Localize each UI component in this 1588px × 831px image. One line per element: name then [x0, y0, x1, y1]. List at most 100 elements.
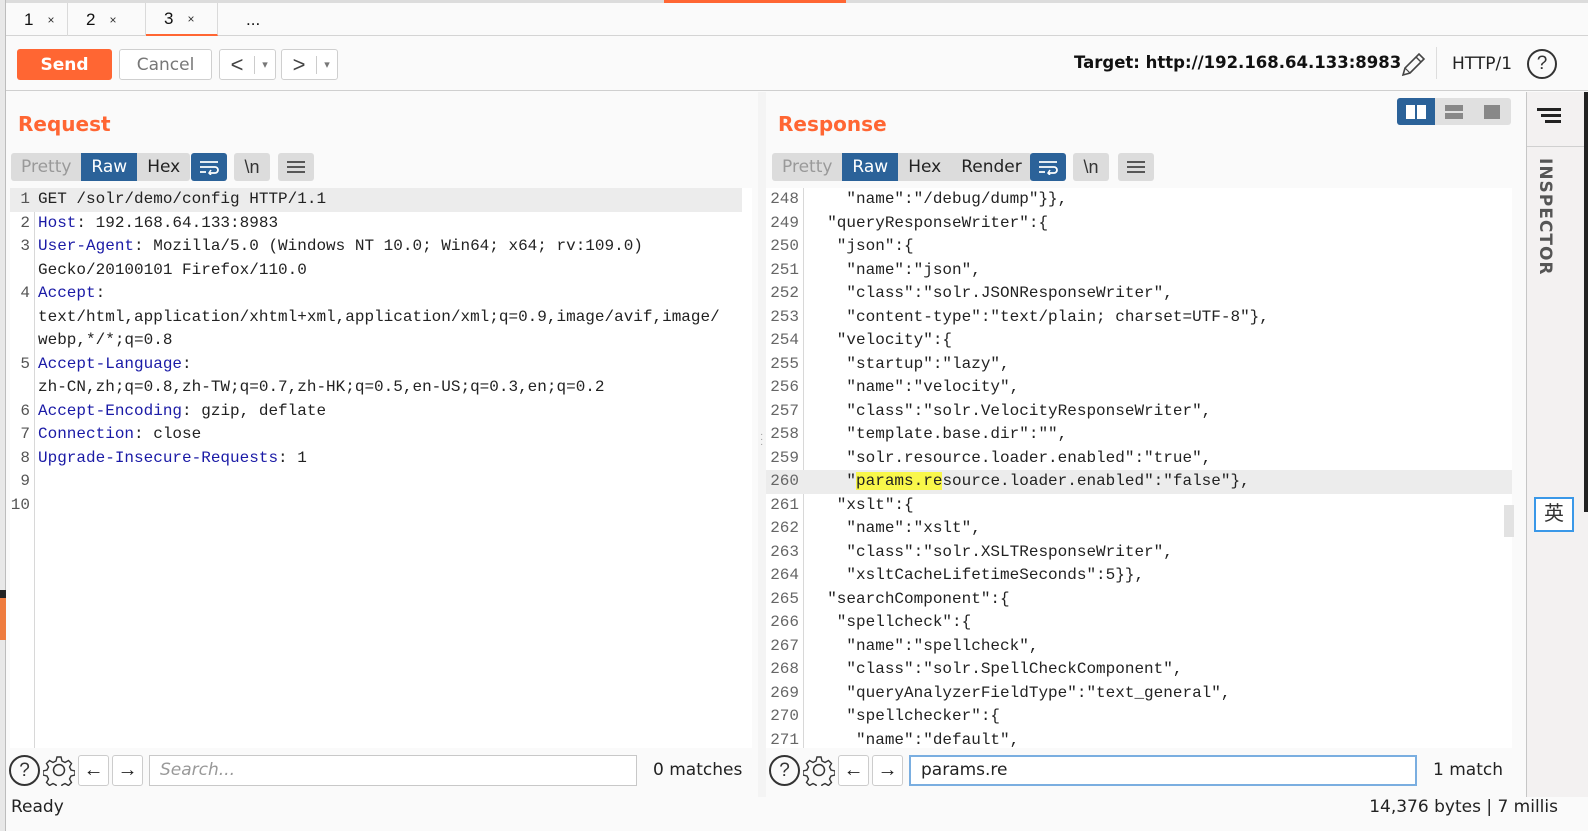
tab-raw[interactable]: Raw — [842, 153, 899, 181]
help-icon[interactable]: ? — [9, 754, 40, 786]
word-wrap-toggle[interactable] — [191, 153, 227, 181]
response-line: 268 "class":"solr.SpellCheckComponent", — [766, 658, 1512, 682]
settings-gear-icon[interactable] — [43, 754, 75, 786]
chevron-down-icon[interactable]: ▾ — [255, 58, 275, 71]
line-text: "xslt":{ — [808, 495, 914, 514]
response-line: 258 "template.base.dir":"", — [766, 423, 1512, 447]
line-content: "spellchecker":{ — [808, 705, 1000, 729]
word-wrap-toggle[interactable] — [1030, 153, 1066, 181]
help-icon[interactable]: ? — [1527, 49, 1557, 79]
match-count: 1 match — [1433, 760, 1503, 780]
request-line: 1 GET /solr/demo/config HTTP/1.1 — [10, 188, 742, 212]
settings-gear-icon[interactable] — [803, 754, 835, 786]
line-number: 250 — [770, 237, 799, 255]
line-content: "startup":"lazy", — [808, 353, 1009, 377]
request-line: 2 Host: 192.168.64.133:8983 — [10, 212, 752, 236]
line-text: "name":"velocity", — [808, 378, 1020, 396]
scrollbar-thumb[interactable] — [1504, 505, 1514, 537]
line-text: "queryResponseWriter":{ — [808, 213, 1049, 232]
tab-more[interactable]: ... — [218, 3, 278, 36]
response-line: 251 "name":"json", — [766, 259, 1512, 283]
menu-button[interactable] — [1118, 153, 1154, 181]
next-match-button[interactable]: → — [112, 754, 143, 786]
tab-render[interactable]: Render — [951, 153, 1032, 181]
ime-indicator[interactable]: 英 — [1534, 497, 1574, 532]
chevron-down-icon[interactable]: ▾ — [317, 58, 337, 71]
menu-button[interactable] — [278, 153, 314, 181]
single-pane-icon — [1484, 104, 1500, 119]
line-content: "template.base.dir":"", — [808, 423, 1067, 447]
line-text: "json":{ — [808, 237, 914, 255]
line-number: 5 — [20, 354, 30, 373]
close-icon[interactable]: × — [47, 13, 54, 27]
request-search-input[interactable] — [149, 754, 637, 786]
forward-arrow-icon[interactable]: > — [282, 52, 316, 78]
response-panel: Response Pretty Raw Hex Render \n 248 "n… — [766, 92, 1526, 797]
forward-button-group[interactable]: > ▾ — [281, 49, 338, 80]
line-number: 4 — [20, 284, 30, 302]
inspector-tab[interactable]: INSPECTOR — [1535, 158, 1555, 275]
line-number: 269 — [770, 683, 799, 702]
window-edge — [1584, 92, 1588, 512]
request-editor[interactable]: 1 GET /solr/demo/config HTTP/1.1 2 Host: 19… — [10, 188, 752, 748]
layout-stacked-button[interactable] — [1435, 98, 1473, 125]
show-newlines-toggle[interactable]: \n — [1073, 153, 1109, 181]
status-text: Ready — [11, 797, 64, 817]
tab-raw[interactable]: Raw — [81, 153, 138, 181]
back-arrow-icon[interactable]: < — [220, 52, 254, 78]
next-match-button[interactable]: → — [872, 754, 903, 786]
close-icon[interactable]: × — [109, 13, 116, 27]
response-line: 264 "xsltCacheLifetimeSeconds":5}}, — [766, 564, 1512, 588]
tab-pretty[interactable]: Pretty — [772, 153, 842, 181]
tab-hex[interactable]: Hex — [898, 153, 951, 181]
header-name: Accept — [38, 284, 96, 302]
line-text: "name":"default", — [808, 730, 1020, 749]
request-line: webp,*/*;q=0.8 — [10, 329, 752, 353]
tab-3[interactable]: 3 × — [146, 3, 218, 36]
help-icon[interactable]: ? — [769, 754, 800, 786]
cancel-button[interactable]: Cancel — [119, 49, 212, 80]
line-content: webp,*/*;q=0.8 — [38, 329, 172, 353]
close-icon[interactable]: × — [187, 12, 194, 26]
show-newlines-toggle[interactable]: \n — [234, 153, 270, 181]
previous-match-button[interactable]: ← — [838, 754, 869, 786]
line-content: Gecko/20100101 Firefox/110.0 — [38, 259, 307, 283]
line-text: "name":"json", — [808, 260, 981, 279]
response-line: 248 "name":"/debug/dump"}}, — [766, 188, 1512, 212]
response-view-tabs: Pretty Raw Hex Render — [772, 153, 1032, 181]
line-text: "content-type":"text/plain; charset=UTF-… — [808, 307, 1269, 326]
match-count: 0 matches — [653, 760, 743, 780]
header-value: GET /solr/demo/config HTTP/1.1 — [38, 190, 327, 208]
response-line: 257 "class":"solr.VelocityResponseWriter… — [766, 400, 1512, 424]
layout-single-button[interactable] — [1473, 98, 1511, 125]
request-line: 6 Accept-Encoding: gzip, deflate — [10, 400, 752, 424]
line-number: 270 — [770, 707, 799, 725]
line-number: 267 — [770, 636, 799, 655]
line-number: 266 — [770, 613, 799, 631]
edit-pencil-icon[interactable] — [1399, 49, 1427, 79]
target-url: Target: http://192.168.64.133:8983 — [1074, 53, 1402, 72]
previous-match-button[interactable]: ← — [78, 754, 109, 786]
line-content: "queryAnalyzerFieldType":"text_general", — [808, 682, 1230, 706]
panel-splitter[interactable]: · · · — [758, 92, 766, 797]
line-content: GET /solr/demo/config HTTP/1.1 — [38, 188, 326, 212]
line-content: "solr.resource.loader.enabled":"true", — [808, 447, 1211, 471]
tab-pretty[interactable]: Pretty — [11, 153, 81, 181]
line-text: "spellcheck":{ — [808, 613, 972, 631]
tab-1[interactable]: 1 × — [6, 3, 68, 36]
tab-2[interactable]: 2 × — [68, 3, 146, 36]
tab-hex[interactable]: Hex — [137, 153, 190, 181]
header-name: Connection — [38, 425, 135, 443]
response-search-input[interactable] — [909, 754, 1417, 786]
word-wrap-icon — [200, 161, 219, 175]
back-button-group[interactable]: < ▾ — [219, 49, 276, 80]
protocol-selector[interactable]: HTTP/1 — [1452, 54, 1512, 74]
inspector-menu-icon[interactable] — [1537, 108, 1561, 126]
send-button[interactable]: Send — [17, 49, 112, 80]
response-editor[interactable]: 248 "name":"/debug/dump"}}, 249 "queryRes… — [766, 188, 1512, 748]
line-content: "name":"json", — [808, 259, 981, 283]
tab-label: 2 — [86, 9, 96, 29]
layout-side-by-side-button[interactable] — [1397, 98, 1435, 125]
line-text: "class":"solr.VelocityResponseWriter", — [808, 401, 1212, 420]
header-name: Accept-Encoding — [38, 401, 183, 420]
